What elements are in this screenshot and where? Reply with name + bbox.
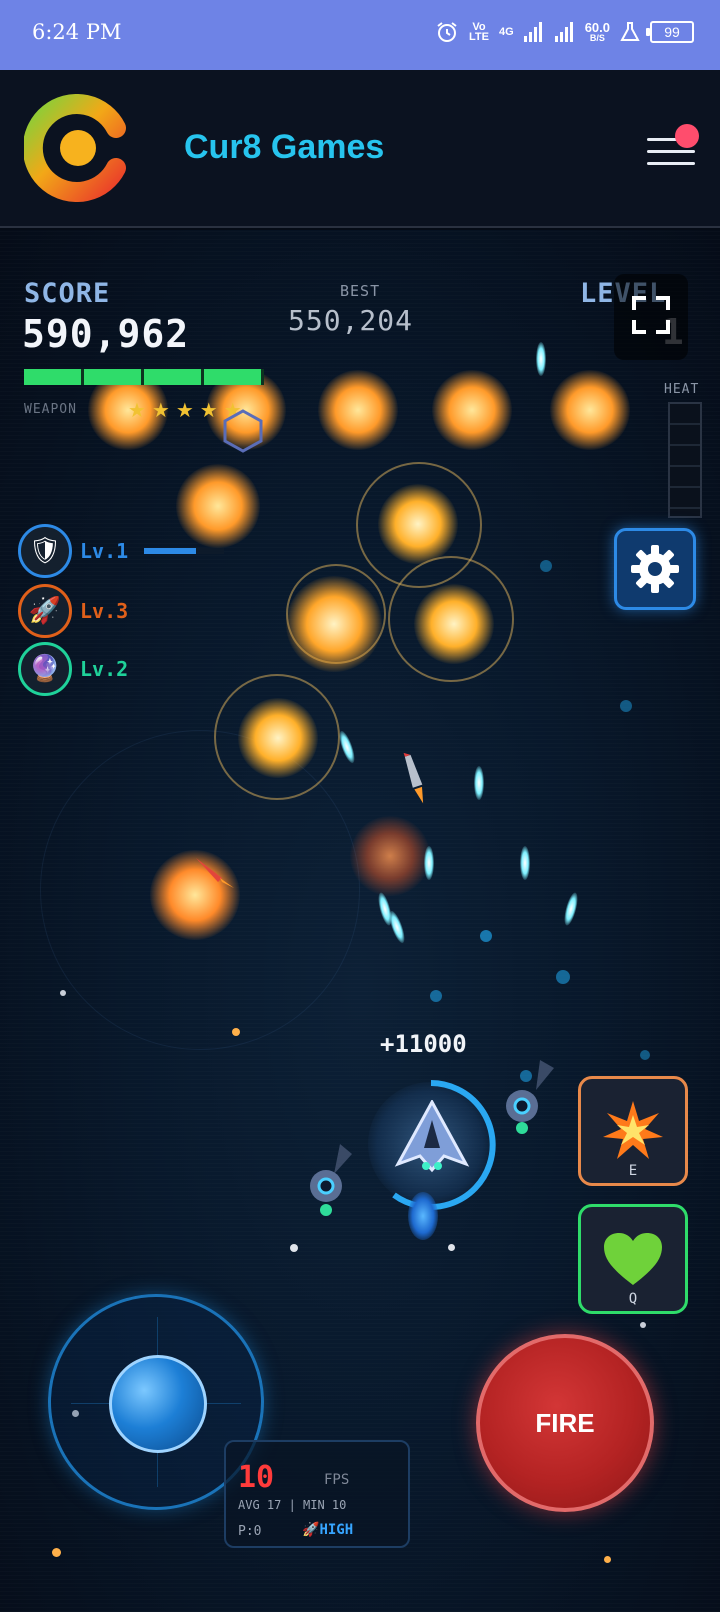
weapon-badge-icon <box>223 409 263 453</box>
weapon-progress-bar <box>24 369 264 385</box>
explosion-glow <box>238 698 318 778</box>
powerup-shield: 🛡 Lv.1 <box>18 524 225 578</box>
quality-label: HIGH <box>319 1522 354 1538</box>
star-dot <box>640 1322 646 1328</box>
gear-icon <box>631 545 679 593</box>
battery-indicator: 99 <box>646 21 694 43</box>
star-dot <box>52 1548 61 1557</box>
explosion-glow <box>350 816 430 896</box>
best-value: 550,204 <box>288 304 414 337</box>
player-bullet <box>424 846 434 880</box>
notification-dot <box>675 124 699 148</box>
star-dot <box>540 560 552 572</box>
combo-score-text: +11000 <box>380 1030 467 1058</box>
explosion-glow <box>550 370 630 450</box>
explosion-glow <box>432 370 512 450</box>
game-canvas[interactable]: SCORE 590,962 BEST 550,204 LEVEL 1 WEAPO… <box>0 230 720 1612</box>
fullscreen-icon <box>632 296 646 310</box>
powerup-level: Lv.1 <box>80 539 129 563</box>
shield-icon: 🛡 <box>18 524 72 578</box>
network-speed: 60.0 B/S <box>584 19 610 43</box>
star-dot <box>60 990 66 996</box>
green-heart-icon <box>604 1233 662 1285</box>
quality-indicator: 🚀HIGH <box>302 1522 354 1538</box>
explosion-glow <box>378 484 458 564</box>
player-bullet <box>474 766 484 800</box>
explosion-glow <box>414 584 494 664</box>
weapon-label: WEAPON <box>24 402 77 417</box>
player-bullet <box>520 846 530 880</box>
star-dot <box>430 990 442 1002</box>
explosion-glow <box>286 576 382 672</box>
star-dot <box>290 1244 298 1252</box>
joystick-knob[interactable] <box>109 1355 207 1453</box>
star-dot <box>604 1556 611 1563</box>
cur8-logo-icon[interactable] <box>24 94 132 202</box>
app-title: Cur8 Games <box>184 128 385 166</box>
ability-explosion-button[interactable]: E <box>578 1076 688 1186</box>
ship-thruster <box>408 1192 438 1240</box>
rocket-icon: 🚀 <box>18 584 72 638</box>
explosion-glow <box>318 370 398 450</box>
app-bar: Cur8 Games <box>0 70 720 228</box>
star-dot <box>448 1244 455 1251</box>
powerup-orb: 🔮 Lv.2 <box>18 642 128 696</box>
missile-icon <box>403 752 424 804</box>
settings-button[interactable] <box>614 528 696 610</box>
fullscreen-button[interactable] <box>614 274 688 360</box>
ability-key: Q <box>628 1291 638 1307</box>
score-value: 590,962 <box>22 312 190 356</box>
ability-heal-button[interactable]: Q <box>578 1204 688 1314</box>
ability-key: E <box>628 1163 638 1179</box>
fps-value: 10 <box>238 1460 275 1495</box>
star-dot <box>232 1028 240 1036</box>
orb-icon: 🔮 <box>18 642 72 696</box>
star-dot <box>620 700 632 712</box>
star-dot <box>480 930 492 942</box>
powerup-rocket: 🚀 Lv.3 <box>18 584 128 638</box>
shield-progress <box>144 548 225 554</box>
fps-panel: 10 FPS AVG 17 | MIN 10 P:0 🚀HIGH <box>224 1440 410 1548</box>
heat-label: HEAT <box>664 382 700 397</box>
powerup-level: Lv.3 <box>80 599 129 623</box>
drone-icon <box>310 1144 352 1216</box>
flask-icon <box>620 22 640 41</box>
alarm-icon <box>437 22 457 42</box>
best-label: BEST <box>340 282 381 300</box>
network-type: 4G <box>499 26 514 38</box>
fps-avg-text: AVG 17 | MIN 10 <box>238 1498 347 1512</box>
signal-icon <box>523 22 542 42</box>
star-dot <box>556 970 570 984</box>
explosion-icon <box>603 1101 663 1159</box>
star-dot <box>640 1050 650 1060</box>
status-time: 6:24 PM <box>32 20 122 44</box>
hamburger-menu-icon[interactable] <box>645 124 699 172</box>
status-icons: Vo LTE 4G 60.0 B/S 99 <box>435 20 694 44</box>
heat-meter <box>668 402 702 518</box>
missile-icon <box>196 858 234 888</box>
volte-indicator: Vo LTE <box>469 21 489 43</box>
player-bullet <box>536 342 546 376</box>
fps-p-text: P:0 <box>238 1524 262 1539</box>
powerup-level: Lv.2 <box>80 657 129 681</box>
status-bar: 6:24 PM Vo LTE 4G 60.0 B/S 99 <box>0 0 720 70</box>
signal-icon-2 <box>554 22 573 42</box>
drone-icon <box>506 1060 554 1134</box>
score-label: SCORE <box>24 278 111 309</box>
fire-button[interactable]: FIRE <box>476 1334 654 1512</box>
fps-label: FPS <box>324 1472 350 1488</box>
player-ship-icon <box>394 1100 470 1173</box>
